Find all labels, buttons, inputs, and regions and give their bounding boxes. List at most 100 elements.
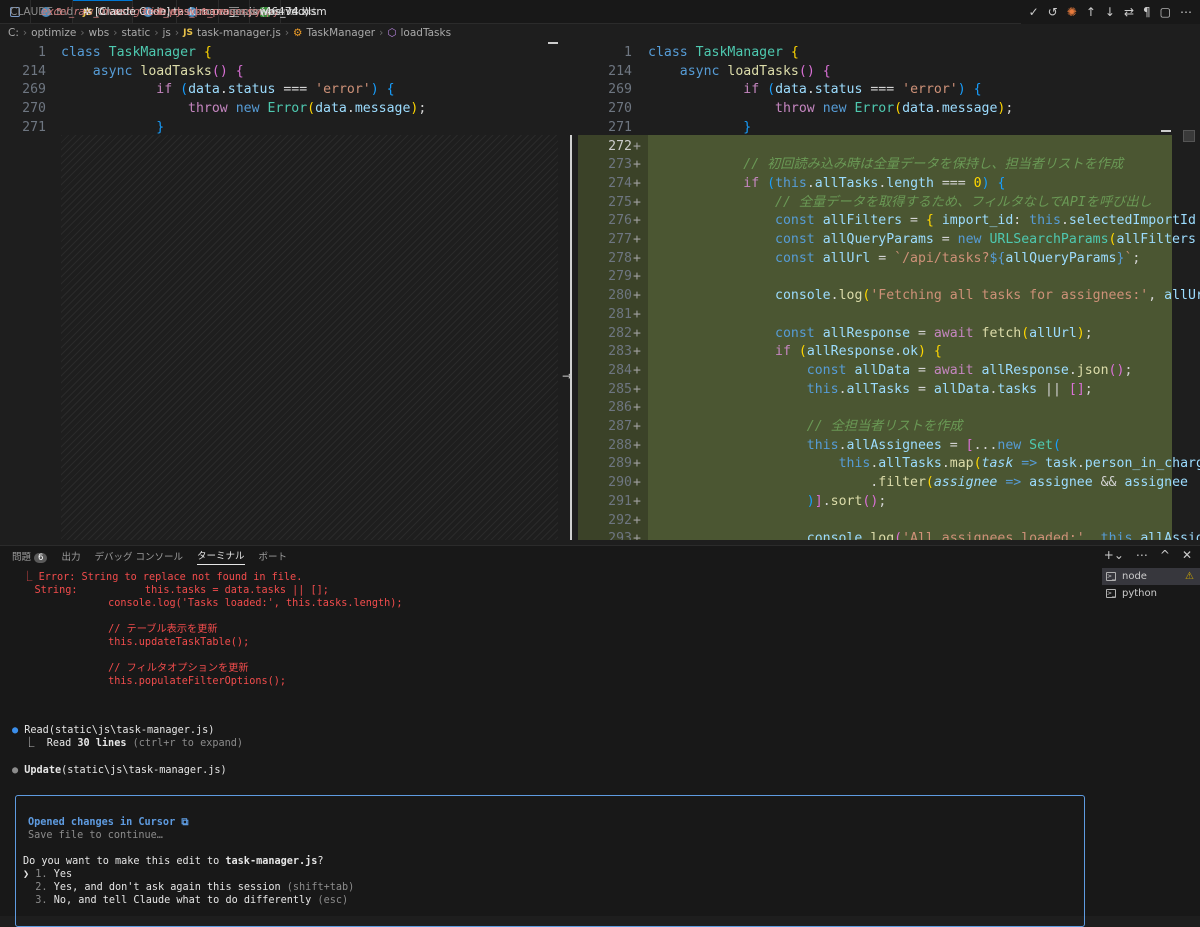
terminal-output[interactable]: ⎿ Error: String to replace not found in …	[0, 568, 1100, 927]
code-token: async	[679, 63, 728, 79]
code-line[interactable]: 290 + .filter(assignee => assignee && ass…	[578, 474, 1200, 493]
code-token: this	[838, 456, 871, 472]
code-line[interactable]: 283 + if (allResponse.ok) {	[578, 343, 1200, 362]
diff-added-marker: +	[633, 437, 641, 453]
whitespace-icon[interactable]: ¶	[1143, 5, 1151, 19]
code-line[interactable]: 275 + // 全量データを取得するため、フィルタなしでAPIを呼び出し	[578, 194, 1200, 213]
code-token: this	[775, 175, 807, 191]
code-token: )	[918, 344, 934, 360]
code-line[interactable]: 282 + const allResponse = await fetch(all…	[578, 325, 1200, 344]
revert-arrow-icon[interactable]: →	[562, 369, 572, 383]
option-yes-dont-ask[interactable]: 2. Yes, and don't ask again this session…	[23, 881, 354, 894]
diff-added-marker: +	[633, 213, 641, 229]
tab-terminal[interactable]: ターミナル	[196, 548, 245, 565]
more-actions-icon[interactable]: ⋯	[1180, 5, 1192, 19]
code-line[interactable]: 271 }	[0, 119, 568, 138]
code-line[interactable]: 1 class TaskManager {	[578, 44, 1200, 63]
breadcrumb-wbs[interactable]: wbs	[89, 27, 110, 39]
code-line[interactable]: 273 + // 初回読み込み時は全量データを保持し、担当者リストを作成	[578, 156, 1200, 175]
code-line[interactable]: 278 + const allUrl = `/api/tasks?${allQue…	[578, 250, 1200, 269]
code-line[interactable]: 214 async loadTasks() {	[578, 63, 1200, 82]
permission-prompt: Opened changes in Cursor ⧉ Save file to …	[15, 795, 1085, 927]
code-token: allData	[933, 381, 990, 397]
code-token: ()	[1108, 362, 1125, 378]
original-pane[interactable]: 1 class TaskManager {214 async loadTasks(…	[0, 42, 568, 540]
code-token: 'error'	[902, 82, 958, 98]
code-line[interactable]: 292 +	[578, 512, 1200, 531]
next-change-icon[interactable]: ↓	[1105, 5, 1115, 19]
code-token: ok	[902, 344, 919, 360]
code-token: await	[933, 362, 982, 378]
code-line[interactable]: 286 +	[578, 399, 1200, 418]
accept-icon[interactable]: ✓	[1029, 5, 1039, 19]
breadcrumb-optimize[interactable]: optimize	[31, 27, 76, 39]
terminal-item-node[interactable]: >_ node ⚠	[1102, 568, 1200, 585]
close-panel-icon[interactable]: ✕	[1182, 548, 1192, 562]
code-line[interactable]: 288 + this.allAssignees = [...new Set(	[578, 437, 1200, 456]
code-line[interactable]: 281 +	[578, 306, 1200, 325]
code-token: ...	[973, 437, 998, 453]
tab-ports[interactable]: ポート	[259, 549, 288, 563]
new-terminal-icon[interactable]: +⌄	[1104, 548, 1124, 562]
swap-sides-icon[interactable]: ⇄	[1124, 5, 1134, 19]
code-line[interactable]: 269 if (data.status === 'error') {	[578, 81, 1200, 100]
code-line[interactable]: 272 +	[578, 138, 1200, 157]
code-token: loadTasks	[727, 63, 799, 79]
code-line[interactable]: 287 + // 全担当者リストを作成	[578, 418, 1200, 437]
maximize-panel-icon[interactable]: ^	[1160, 548, 1170, 562]
code-token: data	[188, 82, 220, 98]
revert-icon[interactable]: ↺	[1048, 5, 1058, 19]
tab-task-manager-diff[interactable]: JS ✲ [Claude Code] task-manager.js (4647d…	[73, 0, 309, 23]
line-number: 293	[608, 531, 632, 540]
code-line[interactable]: 276 + const allFilters = { import_id: thi…	[578, 212, 1200, 231]
tab-output[interactable]: 出力	[61, 549, 80, 563]
code-line[interactable]: 270 throw new Error(data.message);	[0, 100, 568, 119]
code-line[interactable]: 291 + )].sort();	[578, 493, 1200, 512]
error-line: this.updateTaskTable();	[10, 637, 250, 648]
code-line[interactable]: 270 throw new Error(data.message);	[578, 100, 1200, 119]
code-token: const	[775, 250, 823, 266]
code-token: if	[743, 175, 768, 191]
tab-problems[interactable]: 問題 6	[12, 549, 48, 563]
claude-icon[interactable]: ✺	[1067, 5, 1077, 19]
code-line[interactable]: 279 +	[578, 268, 1200, 287]
more-actions-icon[interactable]: ⋯	[1136, 548, 1148, 562]
code-line[interactable]: 1 class TaskManager {	[0, 44, 568, 63]
breadcrumb-class[interactable]: TaskManager	[306, 27, 375, 39]
breadcrumb-file[interactable]: task-manager.js	[197, 27, 281, 39]
tab-debug-console[interactable]: デバッグ コンソール	[94, 549, 183, 563]
code-line[interactable]: 284 + const allData = await allResponse.j…	[578, 362, 1200, 381]
breadcrumb-method[interactable]: loadTasks	[401, 27, 452, 39]
code-text: class TaskManager {	[61, 44, 212, 63]
code-line[interactable]: 274 + if (this.allTasks.length === 0) {	[578, 175, 1200, 194]
breadcrumb-static[interactable]: static	[121, 27, 150, 39]
scrollbar-thumb[interactable]	[1183, 130, 1195, 142]
option-yes[interactable]: ❯ 1. Yes	[23, 868, 72, 881]
code-line[interactable]: 285 + this.allTasks = allData.tasks || []…	[578, 381, 1200, 400]
code-line[interactable]: 271 }	[578, 119, 1200, 138]
code-text: }	[61, 119, 164, 138]
code-line[interactable]: 289 + this.allTasks.map(task => task.pers…	[578, 455, 1200, 474]
tab-claude-md[interactable]: CLAUDE.md	[0, 0, 73, 23]
code-line[interactable]: 269 if (data.status === 'error') {	[0, 81, 568, 100]
code-line[interactable]: 214 async loadTasks() {	[0, 63, 568, 82]
code-token: ]	[814, 493, 823, 509]
breadcrumb-drive[interactable]: C:	[8, 27, 19, 39]
split-editor-icon[interactable]: ▢	[1160, 5, 1171, 19]
line-number: 292	[608, 512, 632, 528]
status-dot-icon: ●	[12, 725, 19, 736]
breadcrumb-js[interactable]: js	[163, 27, 171, 39]
option-no[interactable]: 3. No, and tell Claude what to do differ…	[23, 894, 348, 907]
code-line[interactable]: 293 + console.log('All assignees loaded:'…	[578, 530, 1200, 540]
diff-divider[interactable]	[570, 135, 572, 540]
code-line[interactable]: 280 + console.log('Fetching all tasks for…	[578, 287, 1200, 306]
code-line[interactable]: 277 + const allQueryParams = new URLSearc…	[578, 231, 1200, 250]
code-token: ${	[989, 250, 1006, 266]
terminal-item-python[interactable]: >_ python	[1102, 585, 1200, 602]
previous-change-icon[interactable]: ↑	[1086, 5, 1096, 19]
modified-pane[interactable]: 1 class TaskManager {214 async loadTasks(…	[578, 42, 1200, 540]
line-number: 281	[608, 306, 632, 322]
